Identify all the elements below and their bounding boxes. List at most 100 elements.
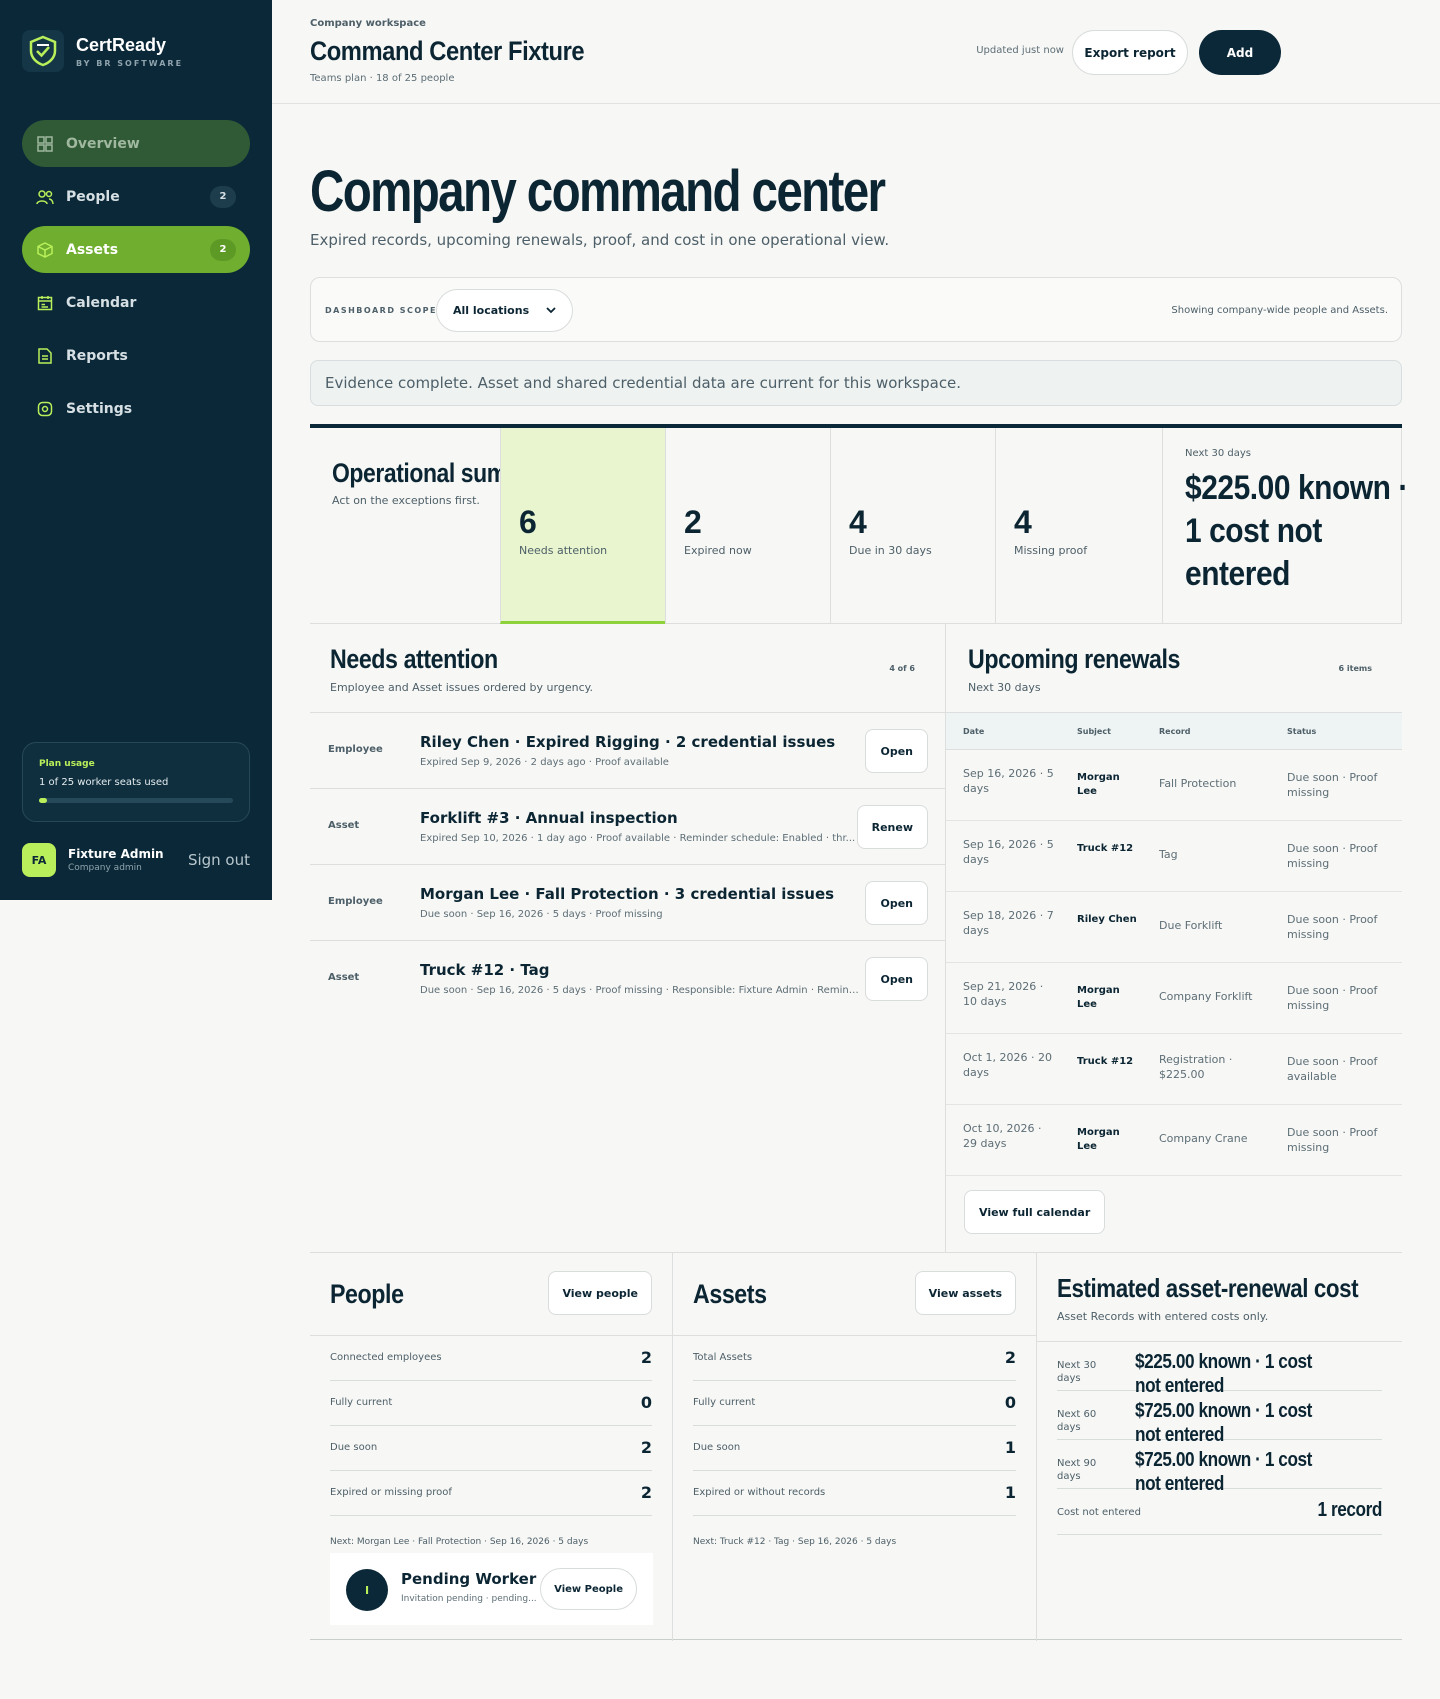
table-row[interactable]: Sep 18, 2026 · 7 days Riley Chen Due For… bbox=[946, 892, 1402, 963]
open-button[interactable]: Open bbox=[865, 881, 928, 925]
location-select[interactable]: All locations bbox=[436, 289, 573, 332]
cell-record: Company Forklift bbox=[1159, 990, 1253, 1003]
page-title: Company command center bbox=[310, 159, 886, 224]
table-row[interactable]: Sep 16, 2026 · 5 days Truck #12 Tag Due … bbox=[946, 821, 1402, 892]
cell-subject: Truck #12 bbox=[1077, 843, 1134, 854]
column-header-status: Status bbox=[1287, 727, 1317, 736]
workspace-plan: Teams plan · 18 of 25 people bbox=[310, 73, 455, 84]
renew-button[interactable]: Renew bbox=[856, 805, 928, 849]
table-row[interactable]: Oct 1, 2026 · 20 days Truck #12 Registra… bbox=[946, 1034, 1402, 1105]
stat-value: 0 bbox=[640, 1393, 652, 1412]
stat-label: Fully current bbox=[693, 1397, 756, 1408]
sidebar-item-label: Reports bbox=[66, 347, 128, 364]
cell-date: Sep 21, 2026 · 10 days bbox=[963, 980, 1044, 1008]
bottom-panels: People View people Connected employees 2… bbox=[310, 1252, 1402, 1641]
open-button[interactable]: Open bbox=[865, 957, 928, 1001]
section-subtitle: Asset Records with entered costs only. bbox=[1057, 1310, 1269, 1323]
assets-panel: Assets View assets Total Assets 2 Fully … bbox=[673, 1253, 1037, 1641]
cell-date: Oct 1, 2026 · 20 days bbox=[963, 1051, 1052, 1079]
brand[interactable]: CertReady BY BR SOFTWARE bbox=[22, 30, 183, 72]
list-item: Next 60 days $725.00 known · 1 cost not … bbox=[1057, 1391, 1382, 1446]
cell-subject: Truck #12 bbox=[1077, 1056, 1134, 1067]
sidebar-item-label: Overview bbox=[66, 135, 140, 152]
grid-icon bbox=[36, 135, 54, 153]
cell-status: Due soon · Proof missing bbox=[1287, 984, 1378, 1012]
stat-value: 4 bbox=[849, 504, 867, 540]
item-type: Asset bbox=[328, 820, 360, 831]
sign-out-button[interactable]: Sign out bbox=[188, 851, 250, 869]
cell-record: Due Forklift bbox=[1159, 919, 1223, 932]
chevron-down-icon bbox=[546, 304, 556, 317]
cell-status: Due soon · Proof missing bbox=[1287, 771, 1378, 799]
estimate-value: 1 record bbox=[1317, 1499, 1383, 1521]
table-header: Date Subject Record Status bbox=[946, 712, 1402, 750]
table-row[interactable]: Sep 16, 2026 · 5 days Morgan Lee Fall Pr… bbox=[946, 750, 1402, 821]
stat-label: Connected employees bbox=[330, 1352, 442, 1363]
sidebar-item-assets[interactable]: Assets 2 bbox=[22, 226, 250, 273]
item-meta: Due soon · Sep 16, 2026 · 5 days · Proof… bbox=[420, 909, 663, 920]
estimate-period: Next 60 days bbox=[1057, 1409, 1097, 1433]
sidebar-item-calendar[interactable]: Calendar bbox=[22, 279, 250, 326]
operational-summary: Operational summary Act on the exception… bbox=[310, 424, 1408, 624]
assets-stats: Total Assets 2 Fully current 0 Due soon … bbox=[673, 1335, 1036, 1516]
view-people-pending-button[interactable]: View People bbox=[540, 1568, 637, 1610]
stat-cost-30-days: Next 30 days $225.00 known · 1 cost not … bbox=[1162, 428, 1408, 624]
updated-status: Updated just now bbox=[976, 45, 1064, 56]
user-name: Fixture Admin bbox=[68, 847, 164, 861]
export-report-button[interactable]: Export report bbox=[1072, 30, 1188, 75]
view-full-calendar-button[interactable]: View full calendar bbox=[964, 1190, 1106, 1234]
stat-missing-proof[interactable]: 4 Missing proof bbox=[995, 428, 1160, 624]
stat-value: 2 bbox=[640, 1348, 652, 1367]
evidence-notice: Evidence complete. Asset and shared cred… bbox=[310, 360, 1402, 406]
box-icon bbox=[36, 241, 54, 259]
stat-expired-now[interactable]: 2 Expired now bbox=[665, 428, 830, 624]
stat-label: Expired or without records bbox=[693, 1487, 826, 1498]
open-button[interactable]: Open bbox=[865, 729, 928, 773]
view-people-button[interactable]: View people bbox=[548, 1271, 652, 1315]
estimate-period: Next 30 days bbox=[1057, 1360, 1097, 1384]
stat-label: Due soon bbox=[330, 1442, 378, 1453]
brand-name: CertReady bbox=[76, 34, 167, 55]
stat-label: Fully current bbox=[330, 1397, 393, 1408]
shield-check-icon bbox=[22, 30, 64, 72]
view-assets-button[interactable]: View assets bbox=[914, 1271, 1016, 1315]
stat-needs-attention[interactable]: 6 Needs attention bbox=[500, 428, 665, 624]
table-row[interactable]: Sep 21, 2026 · 10 days Morgan Lee Compan… bbox=[946, 963, 1402, 1034]
sidebar-item-reports[interactable]: Reports bbox=[22, 332, 250, 379]
sidebar-item-overview[interactable]: Overview bbox=[22, 120, 250, 167]
column-header-subject: Subject bbox=[1077, 727, 1111, 736]
avatar[interactable]: FA bbox=[22, 843, 56, 877]
stat-value: 0 bbox=[1004, 1393, 1016, 1412]
brand-sub: BY BR SOFTWARE bbox=[76, 58, 184, 68]
sidebar-item-label: Assets bbox=[66, 241, 119, 258]
next-renewal: Next: Morgan Lee · Fall Protection · Sep… bbox=[330, 1537, 589, 1547]
list-item: Expired or without records 1 bbox=[693, 1471, 1016, 1516]
stat-label: Due in 30 days bbox=[849, 544, 932, 557]
settings-icon bbox=[36, 400, 54, 418]
stat-label: Expired or missing proof bbox=[330, 1487, 452, 1498]
section-title: Needs attention bbox=[330, 644, 498, 674]
user-role: Company admin bbox=[68, 863, 142, 873]
stat-label: Missing proof bbox=[1014, 544, 1088, 557]
list-item: Connected employees 2 bbox=[330, 1336, 652, 1381]
scope-note: Showing company-wide people and Assets. bbox=[1171, 305, 1388, 316]
table-row[interactable]: Oct 10, 2026 · 29 days Morgan Lee Compan… bbox=[946, 1105, 1402, 1176]
list-item: Total Assets 2 bbox=[693, 1336, 1016, 1381]
assets-count-badge: 2 bbox=[210, 238, 236, 261]
users-icon bbox=[36, 188, 54, 206]
list-item: Asset Forklift #3 · Annual inspection Ex… bbox=[310, 789, 946, 865]
sidebar-item-label: Calendar bbox=[66, 294, 137, 311]
stat-value: 2 bbox=[640, 1483, 652, 1502]
item-title: Truck #12 · Tag bbox=[420, 961, 550, 979]
cell-record: Tag bbox=[1159, 848, 1178, 861]
sidebar-item-people[interactable]: People 2 bbox=[22, 173, 250, 220]
item-title: Morgan Lee · Fall Protection · 3 credent… bbox=[420, 885, 835, 903]
item-meta: Expired Sep 9, 2026 · 2 days ago · Proof… bbox=[420, 757, 669, 768]
stat-label: Expired now bbox=[684, 544, 752, 557]
location-select-value: All locations bbox=[453, 304, 530, 317]
add-button[interactable]: Add bbox=[1199, 30, 1281, 75]
list-item: Asset Truck #12 · Tag Due soon · Sep 16,… bbox=[310, 941, 946, 1017]
sidebar-item-settings[interactable]: Settings bbox=[22, 385, 250, 432]
stat-due-in-30-days[interactable]: 4 Due in 30 days bbox=[830, 428, 995, 624]
renewals-count: 6 items bbox=[1338, 664, 1372, 673]
